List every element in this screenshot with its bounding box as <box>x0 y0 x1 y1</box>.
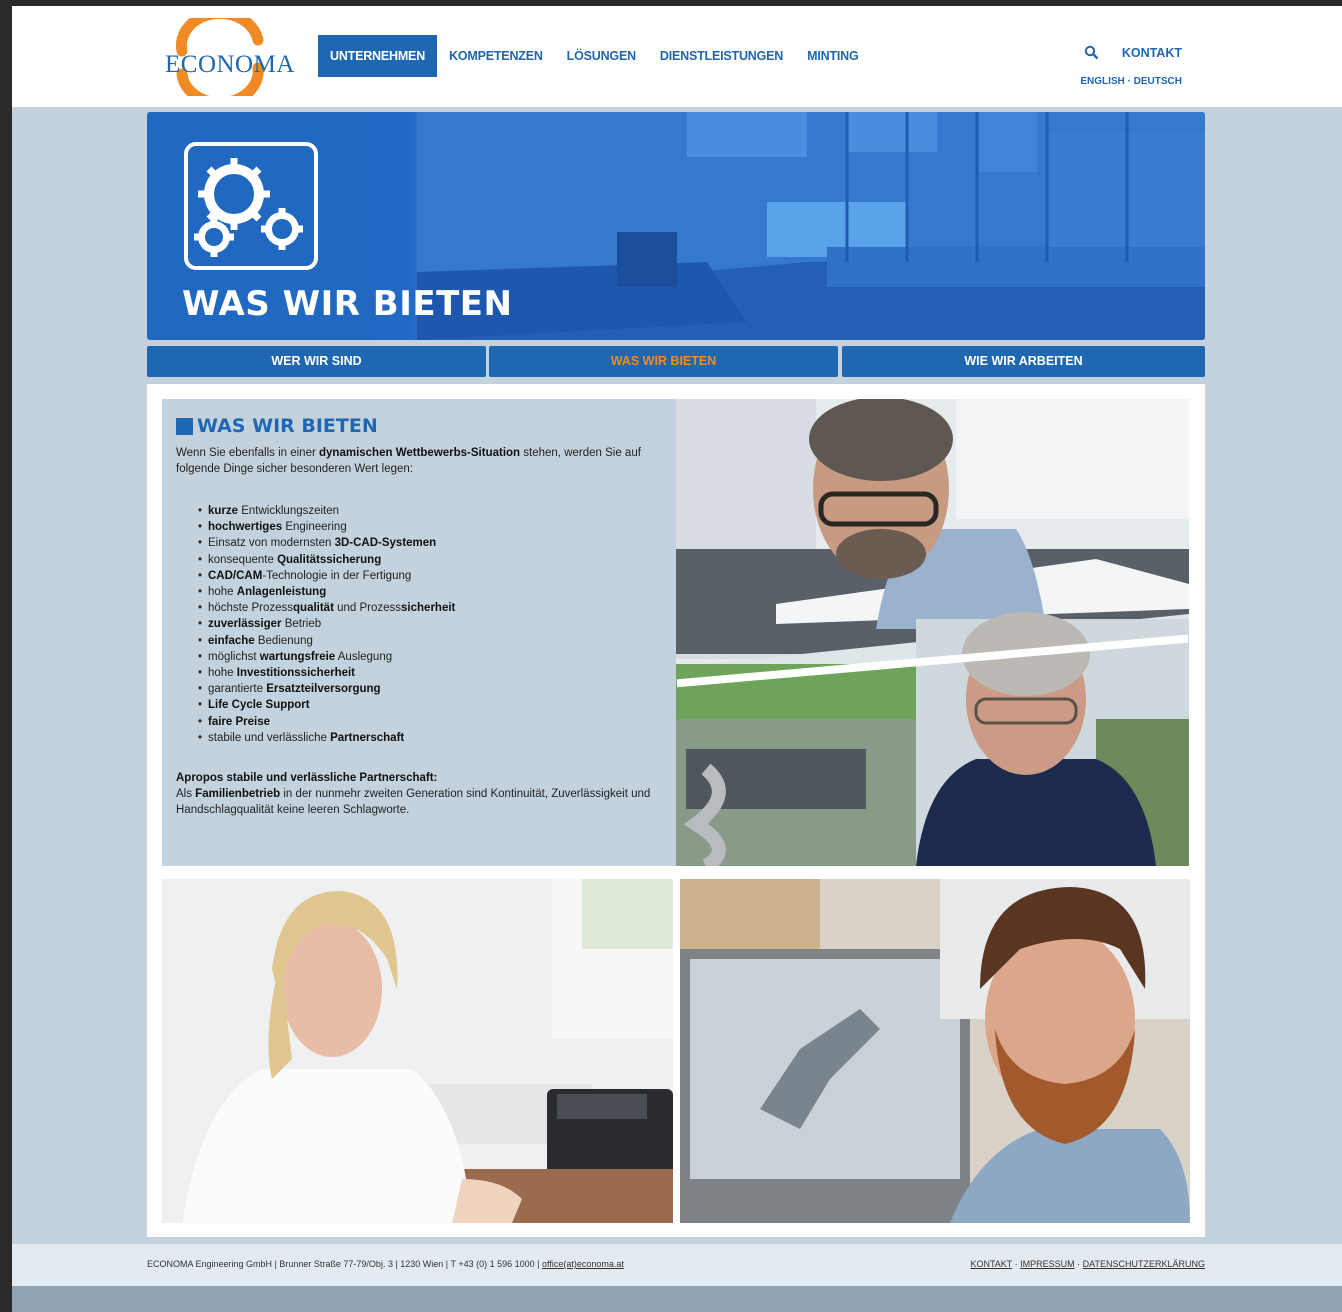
closing-text: Als Familienbetrieb in der nunmehr zweit… <box>176 788 651 817</box>
section-title: WAS WIR BIETEN <box>176 415 662 437</box>
logo[interactable]: ECONOMA <box>160 18 294 96</box>
footer-address-text: ECONOMA Engineering GmbH | Brunner Straß… <box>147 1259 542 1269</box>
title-square-icon <box>176 417 193 435</box>
text-box: WAS WIR BIETEN Wenn Sie ebenfalls in ein… <box>162 399 676 866</box>
nav-item-unternehmen[interactable]: UNTERNEHMEN <box>318 35 438 77</box>
logo-text: ECONOMA <box>165 51 295 78</box>
list-item: kurze Entwicklungszeiten <box>198 503 662 519</box>
benefits-list: kurze Entwicklungszeitenhochwertiges Eng… <box>176 503 662 746</box>
list-item: einfache Bedienung <box>198 633 662 649</box>
closing-heading: Apropos stabile und verlässliche Partner… <box>176 772 438 785</box>
list-item: stabile und verlässliche Partnerschaft <box>198 730 662 746</box>
site-footer: ECONOMA Engineering GmbH | Brunner Straß… <box>12 1244 1342 1286</box>
tab-wer-wir-sind[interactable]: WER WIR SIND <box>147 346 486 377</box>
nav-item-dienstleistungen[interactable]: DIENSTLEISTUNGEN <box>648 35 795 77</box>
footer-email-link[interactable]: office(at)economa.at <box>542 1259 624 1269</box>
list-item: zuverlässiger Betrieb <box>198 616 662 632</box>
list-item: möglichst wartungsfreie Auslegung <box>198 649 662 665</box>
list-item: hochwertiges Engineering <box>198 519 662 535</box>
main-nav: UNTERNEHMEN KOMPETENZEN LÖSUNGEN DIENSTLEIS… <box>318 35 871 77</box>
list-item: CAD/CAM-Technologie in der Fertigung <box>198 568 662 584</box>
kontakt-link[interactable]: KONTAKT <box>1122 46 1182 60</box>
tab-was-wir-bieten[interactable]: WAS WIR BIETEN <box>489 346 838 377</box>
list-item: Life Cycle Support <box>198 697 662 713</box>
language-switch[interactable]: ENGLISH · DEUTSCH <box>1080 76 1182 87</box>
footer-link-impressum[interactable]: IMPRESSUM <box>1020 1259 1075 1269</box>
bottom-bar <box>12 1286 1342 1312</box>
photo-woman-image <box>162 879 673 1223</box>
photo-engineers-image <box>676 399 1189 866</box>
photo-young-engineer-image <box>680 879 1190 1223</box>
content-panel: WAS WIR BIETEN Wenn Sie ebenfalls in ein… <box>147 384 1205 1237</box>
gears-icon <box>184 142 318 270</box>
site-header: ECONOMA UNTERNEHMEN KOMPETENZEN LÖSUNGEN DI… <box>12 6 1342 107</box>
sub-nav: WER WIR SIND WAS WIR BIETEN WIE WIR ARBEIT… <box>147 346 1205 377</box>
page: ECONOMA UNTERNEHMEN KOMPETENZEN LÖSUNGEN DI… <box>12 6 1342 1312</box>
tab-wie-wir-arbeiten[interactable]: WIE WIR ARBEITEN <box>842 346 1205 377</box>
photo-young-engineer <box>680 879 1190 1223</box>
section-title-text: WAS WIR BIETEN <box>197 415 378 437</box>
nav-item-lösungen[interactable]: LÖSUNGEN <box>555 35 648 77</box>
footer-address: ECONOMA Engineering GmbH | Brunner Straß… <box>147 1259 624 1269</box>
list-item: faire Preise <box>198 714 662 730</box>
hero-title: WAS WIR BIETEN <box>182 284 513 324</box>
footer-link-datenschutzerklärung[interactable]: DATENSCHUTZERKLÄRUNG <box>1083 1259 1205 1269</box>
photo-woman <box>162 879 673 1223</box>
footer-link-separator: · <box>1074 1259 1083 1269</box>
hero-banner: WAS WIR BIETEN <box>147 112 1205 340</box>
nav-item-kompetenzen[interactable]: KOMPETENZEN <box>437 35 555 77</box>
list-item: garantierte Ersatzteilversorgung <box>198 681 662 697</box>
photo-engineers <box>676 399 1189 866</box>
search-icon[interactable] <box>1084 45 1099 60</box>
top-right: KONTAKT ENGLISH · DEUTSCH <box>1080 44 1182 87</box>
list-item: hohe Investitionssicherheit <box>198 665 662 681</box>
footer-link-separator: · <box>1012 1259 1021 1269</box>
list-item: konsequente Qualitätssicherung <box>198 552 662 568</box>
list-item: höchste Prozessqualität und Prozesssiche… <box>198 600 662 616</box>
footer-links: KONTAKT · IMPRESSUM · DATENSCHUTZERKLÄRU… <box>970 1259 1205 1269</box>
list-item: Einsatz von modernsten 3D-CAD-Systemen <box>198 535 662 551</box>
nav-item-minting[interactable]: MINTING <box>795 35 870 77</box>
intro-text: Wenn Sie ebenfalls in einer dynamischen … <box>176 447 641 475</box>
list-item: hohe Anlagenleistung <box>198 584 662 600</box>
footer-link-kontakt[interactable]: KONTAKT <box>970 1259 1012 1269</box>
